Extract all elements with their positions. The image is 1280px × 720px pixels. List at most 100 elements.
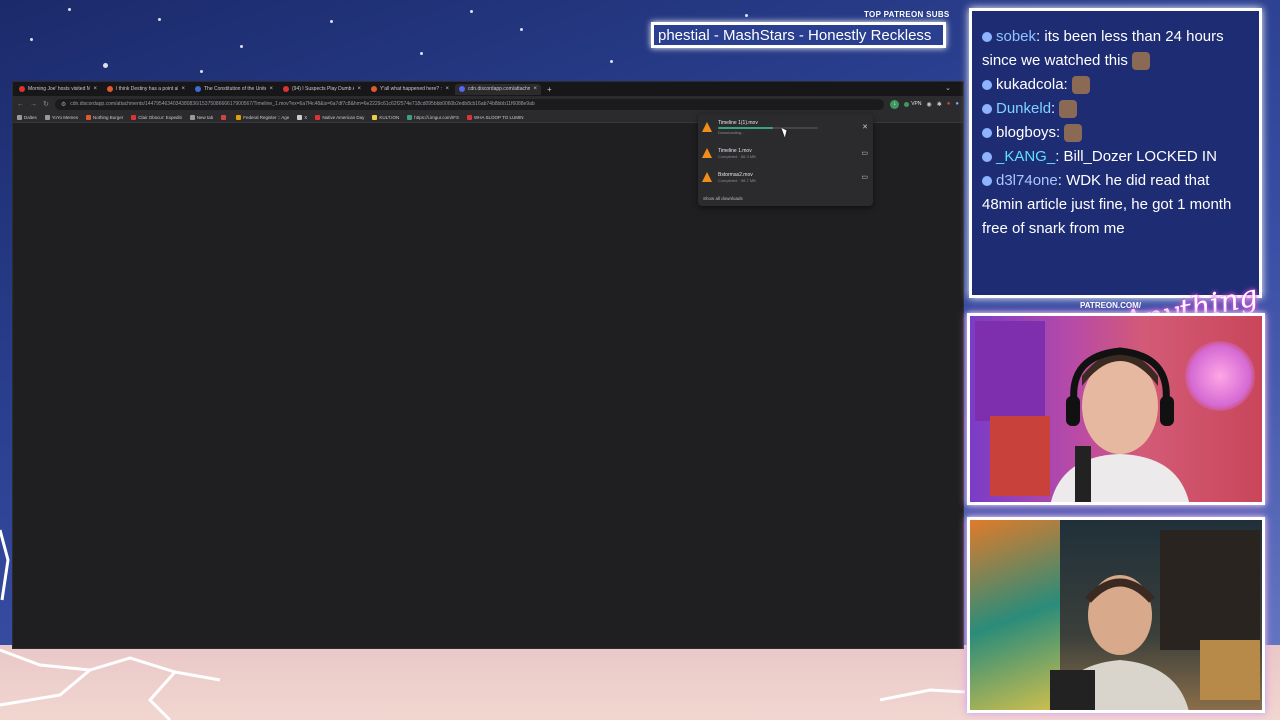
bookmark-favicon-icon [236,114,242,120]
bookmark-item[interactable]: X [297,114,308,120]
download-name: Timeline 1(1).mov [718,119,758,126]
bookmark-label: KULT.ION [379,114,400,120]
tab-search-icon[interactable]: ⌄ [945,84,951,92]
bookmark-favicon-icon [407,114,413,120]
bookmark-item[interactable]: Federal Register :: Age [236,114,290,120]
chat-message: _KANG_: Bill_Dozer LOCKED IN [982,145,1251,169]
alert-icon[interactable]: ● [947,101,951,107]
chat-username: kukadcola [996,76,1064,93]
extension-icon[interactable]: ◉ [926,101,931,108]
download-progress [718,126,818,129]
chat-message: blogboys: [982,121,1251,145]
bookmark-favicon-icon [17,114,22,120]
patreon-subs-label: TOP PATREON SUBS [864,10,950,19]
tab-favicon-icon [107,86,113,92]
bookmark-label: WHA SLOOP TO LUMIN [474,114,524,120]
chat-panel: sobek: its been less than 24 hours since… [969,8,1262,298]
cancel-icon[interactable]: ✕ [862,123,868,131]
tab-title: (94) I Suspects Play Dumb Aft [292,86,355,92]
bookmark-item[interactable] [221,114,228,120]
bookmark-item[interactable]: KULT.ION [372,114,400,120]
vlc-icon [702,172,712,182]
emote-icon [1059,100,1078,119]
bookmark-label: https://i.imgur.com/IFS [414,114,460,120]
tab-close-icon[interactable]: × [445,86,449,92]
bookmark-favicon-icon [372,114,378,120]
tab-close-icon[interactable]: × [181,86,185,92]
download-item[interactable]: Bstormas2.mov Completed · 98.7 MB ▭ [702,168,868,186]
browser-tab[interactable]: Y'all what happened here? : r/l × [367,84,453,95]
browser-tab[interactable]: cdn.discordapp.com/attachments/× [455,83,541,95]
folder-icon[interactable]: ▭ [861,149,868,157]
chat-username: blogboys [996,124,1057,141]
tab-close-icon[interactable]: × [357,86,361,92]
browser-tab[interactable]: I think Destiny has a point abo × [103,84,189,95]
bookmark-label: YoYo Memes [51,114,78,120]
bookmark-item[interactable]: Clair Obscur: Expediti [131,114,182,120]
browser-tab[interactable]: The Constitution of the United × [191,84,277,95]
bookmark-favicon-icon [297,114,303,120]
puzzle-icon[interactable]: ✱ [937,101,942,108]
bookmark-favicon-icon [131,114,137,120]
bookmark-favicon-icon [467,114,473,120]
site-info-icon[interactable]: ⚙ [61,101,66,108]
folder-icon[interactable]: ▭ [861,173,868,181]
browser-tab[interactable]: (94) I Suspects Play Dumb Aft × [279,84,365,95]
bookmark-label: New tab [196,114,214,120]
vlc-icon [702,148,712,158]
bookmark-item[interactable]: https://i.imgur.com/IFS [407,114,460,120]
tab-close-icon[interactable]: × [93,86,97,92]
bookmark-item[interactable]: New tab [189,114,214,120]
browser-tab[interactable]: Morning Joe' hosts visited Ma × [15,84,101,95]
tab-favicon-icon [195,86,201,92]
box-decor [1200,640,1260,700]
chat-username: d3l74one [996,172,1058,189]
bookmark-item[interactable]: Daltes [17,114,37,120]
tab-strip: Morning Joe' hosts visited Ma × I think De… [13,82,963,96]
back-icon[interactable]: ← [17,101,24,108]
bookmark-label: Nothing Burger [92,114,124,120]
chat-username: _KANG_ [996,148,1056,165]
bookmark-item[interactable]: YoYo Memes [44,114,78,120]
bookmark-favicon-icon [221,114,227,120]
chat-message: d3l74one: WDK he did read that 48min art… [982,169,1251,241]
emote-icon [1064,124,1083,143]
address-bar[interactable]: ⚙ cdn.discordapp.com/attachments/1447954… [54,98,885,110]
tab-favicon-icon [283,86,289,92]
download-item[interactable]: Timeline 1.mov Completed · 66.3 MB ▭ [702,144,868,162]
patreon-ticker: phestial - MashStars - Honestly Reckless [651,22,946,48]
toolbar-right: ↓ VPN ◉ ✱ ● ● [890,99,959,109]
vpn-status-icon [904,101,910,107]
forward-icon[interactable]: → [30,101,37,108]
bookmark-label: Federal Register :: Age [243,114,290,120]
url-text: cdn.discordapp.com/attachments/144795463… [70,101,535,107]
vpn-label: VPN [911,101,922,107]
chat-text: : [1056,124,1061,141]
chat-text: : [1063,76,1068,93]
chat-text: : Bill_Dozer LOCKED IN [1055,148,1217,165]
show-all-downloads-link[interactable]: Show all downloads [703,196,743,201]
bookmark-item[interactable]: Native American Day [315,114,364,120]
vpn-button[interactable]: VPN [904,101,921,107]
chat-username: Dunkeld [996,100,1052,117]
chat-badge-icon [982,152,992,163]
download-status: Completed · 66.3 MB [718,153,756,159]
streamer-figure [1051,347,1189,502]
browser-window: Morning Joe' hosts visited Ma × I think De… [12,81,964,649]
new-tab-icon[interactable]: + [547,85,552,94]
profile-icon[interactable]: ● [955,101,959,107]
chat-badge-icon [982,104,992,115]
chat-badge-icon [982,80,992,91]
tab-close-icon[interactable]: × [269,86,273,92]
bookmark-item[interactable]: WHA SLOOP TO LUMIN [467,114,524,120]
download-icon[interactable]: ↓ [890,99,900,109]
bookmark-label: X [304,114,308,120]
chat-message: sobek: its been less than 24 hours since… [982,25,1251,73]
tab-title: I think Destiny has a point abo [116,86,179,92]
ticker-text: phestial - MashStars - Honestly Reckless [658,26,932,44]
bookmark-item[interactable]: Nothing Burger [85,114,124,120]
bookmark-favicon-icon [44,114,50,120]
tab-close-icon[interactable]: × [533,86,537,92]
reload-icon[interactable]: ↻ [43,100,49,108]
emote-icon [1071,76,1090,95]
